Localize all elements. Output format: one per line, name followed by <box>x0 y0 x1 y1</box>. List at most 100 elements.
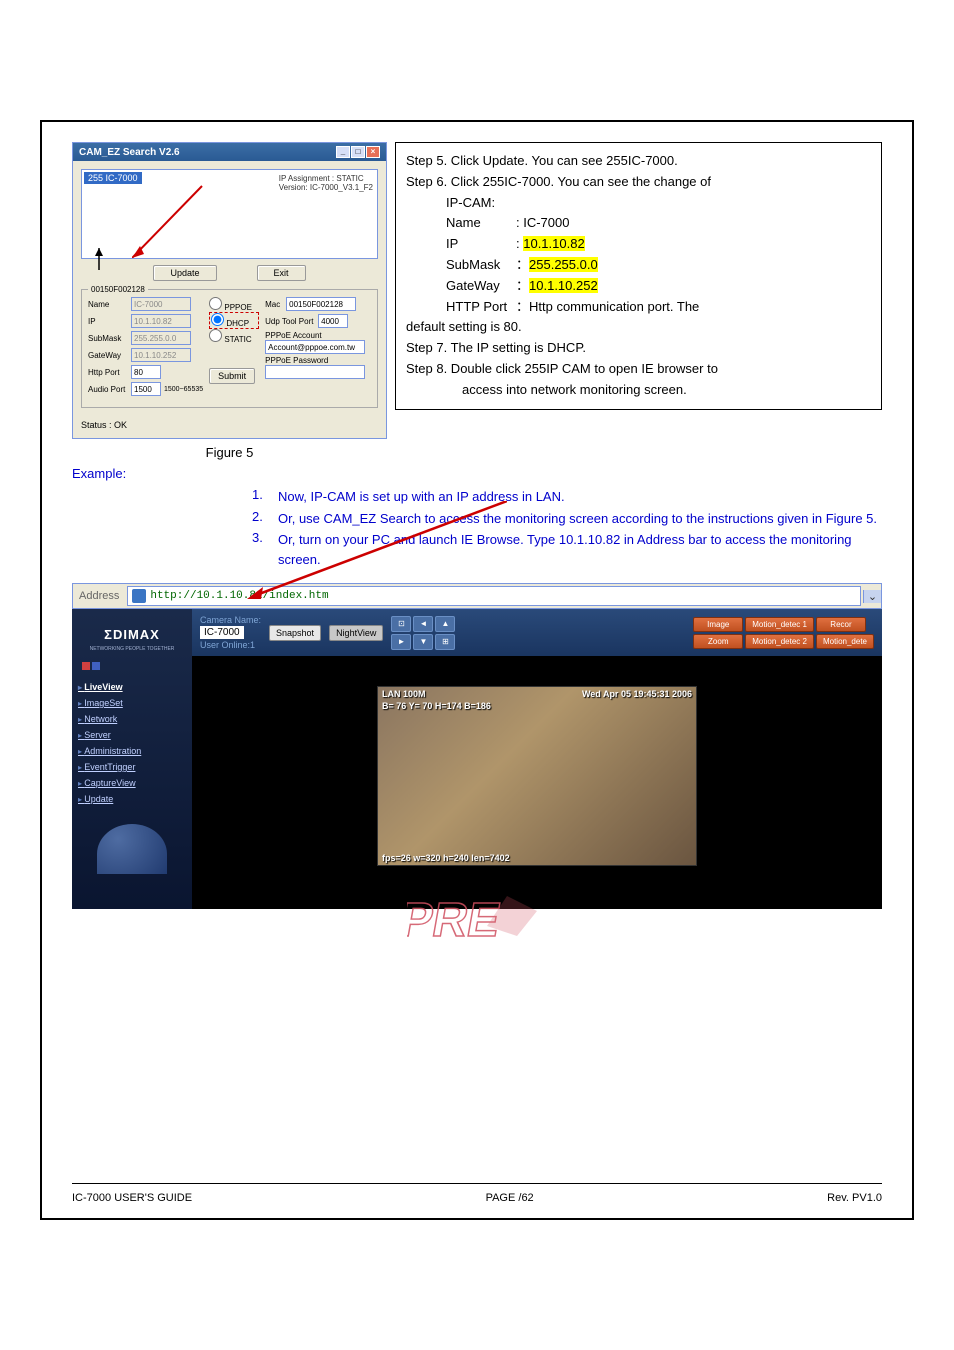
window-buttons: _□× <box>335 146 380 158</box>
nightview-button[interactable]: NightView <box>329 625 383 641</box>
control-icons: ⊡ ◄▲ ► ▼⊞ <box>391 616 463 650</box>
exit-button[interactable]: Exit <box>257 265 306 281</box>
ctrl-icon[interactable]: ⊞ <box>435 634 455 650</box>
url-field[interactable]: http://10.1.10.82/index.htm <box>127 586 861 606</box>
ip-assignment-label: IP Assignment : STATIC <box>279 174 373 183</box>
dropdown-icon[interactable]: ⌄ <box>863 590 881 603</box>
pppoe-radio[interactable]: PPPOE <box>209 297 259 312</box>
overlay-fps: fps=26 w=320 h=240 len=7402 <box>382 853 510 863</box>
status-text: Status : OK <box>73 416 386 438</box>
snapshot-button[interactable]: Snapshot <box>269 625 321 641</box>
audioport-label: Audio Port <box>88 385 128 394</box>
gateway-field[interactable] <box>131 348 191 362</box>
footer-center: PAGE /62 <box>486 1192 534 1204</box>
cam-ez-dialog: CAM_EZ Search V2.6 _□× 255 IC-7000 IP As… <box>72 142 387 439</box>
submask-field[interactable] <box>131 331 191 345</box>
overlay-coords: B= 76 Y= 70 H=174 B=186 <box>382 701 491 711</box>
nav-administration[interactable]: Administration <box>78 746 186 756</box>
edimax-logo: ΣDIMAX <box>78 627 186 642</box>
overlay-lan: LAN 100M <box>382 689 426 699</box>
motion-dete-button[interactable]: Motion_dete <box>816 634 874 649</box>
gateway-value: 10.1.10.252 <box>529 278 598 293</box>
motion-detec-1-button[interactable]: Motion_detec 1 <box>745 617 814 632</box>
step-6b: IP-CAM: <box>446 193 871 214</box>
audioport-field[interactable] <box>131 382 161 396</box>
device-listbox[interactable]: 255 IC-7000 IP Assignment : STATIC Versi… <box>81 169 378 259</box>
nav-server[interactable]: Server <box>78 730 186 740</box>
minimize-icon[interactable]: _ <box>336 146 350 158</box>
name-label: Name <box>88 300 128 309</box>
httpport-field[interactable] <box>131 365 161 379</box>
ctrl-icon[interactable]: ► <box>391 634 411 650</box>
ctrl-icon[interactable]: ▲ <box>435 616 455 632</box>
submit-button[interactable]: Submit <box>209 368 255 384</box>
pppoe-password-label: PPPoE Password <box>265 356 371 365</box>
ex-num-2: 2. <box>252 509 278 529</box>
dialog-titlebar: CAM_EZ Search V2.6 _□× <box>73 143 386 161</box>
submask-key: SubMask <box>446 255 516 276</box>
static-radio[interactable]: STATIC <box>209 329 259 344</box>
camera-name-label: Camera Name: <box>200 615 261 625</box>
recor-button[interactable]: Recor <box>816 617 866 632</box>
figure-caption: Figure 5 <box>72 445 387 460</box>
user-online: User Online:1 <box>200 640 261 650</box>
step-5: Step 5. Click Update. You can see 255IC-… <box>406 151 871 172</box>
globe-graphic <box>97 824 167 874</box>
pppoe-password-field[interactable] <box>265 365 365 379</box>
udp-field[interactable] <box>318 314 348 328</box>
ie-icon <box>132 589 146 603</box>
nav-network[interactable]: Network <box>78 714 186 724</box>
nav-captureview[interactable]: CaptureView <box>78 778 186 788</box>
fieldset-legend: 00150F002128 <box>88 285 148 294</box>
address-bar: Address http://10.1.10.82/index.htm ⌄ <box>72 583 882 609</box>
top-strip: Camera Name: IC-7000 User Online:1 Snaps… <box>192 609 882 656</box>
update-button[interactable]: Update <box>153 265 216 281</box>
audioport-range: 1500~65535 <box>164 386 203 393</box>
nav-imageset[interactable]: ImageSet <box>78 698 186 708</box>
default-setting: default setting is 80. <box>406 317 871 338</box>
udp-label: Udp Tool Port <box>265 317 315 326</box>
dhcp-radio[interactable]: DHCP <box>209 312 259 329</box>
camera-name: IC-7000 <box>200 626 244 639</box>
nav-update[interactable]: Update <box>78 794 186 804</box>
ip-value: 10.1.10.82 <box>523 236 584 251</box>
step-8b: access into network monitoring screen. <box>462 380 871 401</box>
image-button[interactable]: Image <box>693 617 743 632</box>
name-key: Name <box>446 213 516 234</box>
mac-field[interactable] <box>286 297 356 311</box>
browser-screenshot: Address http://10.1.10.82/index.htm ⌄ ΣD… <box>72 583 882 909</box>
zoom-button[interactable]: Zoom <box>693 634 743 649</box>
ctrl-icon[interactable]: ⊡ <box>391 616 411 632</box>
page-footer: IC-7000 USER'S GUIDE PAGE /62 Rev. PV1.0 <box>72 1192 882 1204</box>
sidebar: ΣDIMAX NETWORKING PEOPLE TOGETHER LiveVi… <box>72 609 192 909</box>
example-heading: Example: <box>72 466 882 481</box>
nav-eventtrigger[interactable]: EventTrigger <box>78 762 186 772</box>
ex-text-2: Or, use CAM_EZ Search to access the moni… <box>278 509 877 529</box>
name-field[interactable] <box>131 297 191 311</box>
logo-subtitle: NETWORKING PEOPLE TOGETHER <box>78 646 186 652</box>
name-value: : IC-7000 <box>516 215 569 230</box>
step-6: Step 6. Click 255IC-7000. You can see th… <box>406 172 871 193</box>
nav-liveview[interactable]: LiveView <box>78 682 186 692</box>
gateway-label: GateWay <box>88 351 128 360</box>
ip-field[interactable] <box>131 314 191 328</box>
version-label: Version: IC-7000_V3.1_F2 <box>279 183 373 192</box>
close-icon[interactable]: × <box>366 146 380 158</box>
httpport-value: ：Http communication port. The <box>516 299 699 314</box>
step-8: Step 8. Double click 255IP CAM to open I… <box>406 359 871 380</box>
mac-label: Mac <box>265 300 283 309</box>
selected-device[interactable]: 255 IC-7000 <box>84 172 142 184</box>
address-label: Address <box>73 587 125 605</box>
ctrl-icon[interactable]: ▼ <box>413 634 433 650</box>
maximize-icon[interactable]: □ <box>351 146 365 158</box>
ctrl-icon[interactable]: ◄ <box>413 616 433 632</box>
device-fieldset: 00150F002128 Name IP SubMask GateWay Htt… <box>81 289 378 408</box>
ex-text-3: Or, turn on your PC and launch IE Browse… <box>278 530 882 569</box>
ip-key: IP <box>446 234 516 255</box>
ip-label: IP <box>88 317 128 326</box>
pppoe-account-label: PPPoE Account <box>265 331 371 340</box>
motion-detec-2-button[interactable]: Motion_detec 2 <box>745 634 814 649</box>
ex-text-1: Now, IP-CAM is set up with an IP address… <box>278 487 565 507</box>
gateway-key: GateWay <box>446 276 516 297</box>
pppoe-account-field[interactable] <box>265 340 365 354</box>
